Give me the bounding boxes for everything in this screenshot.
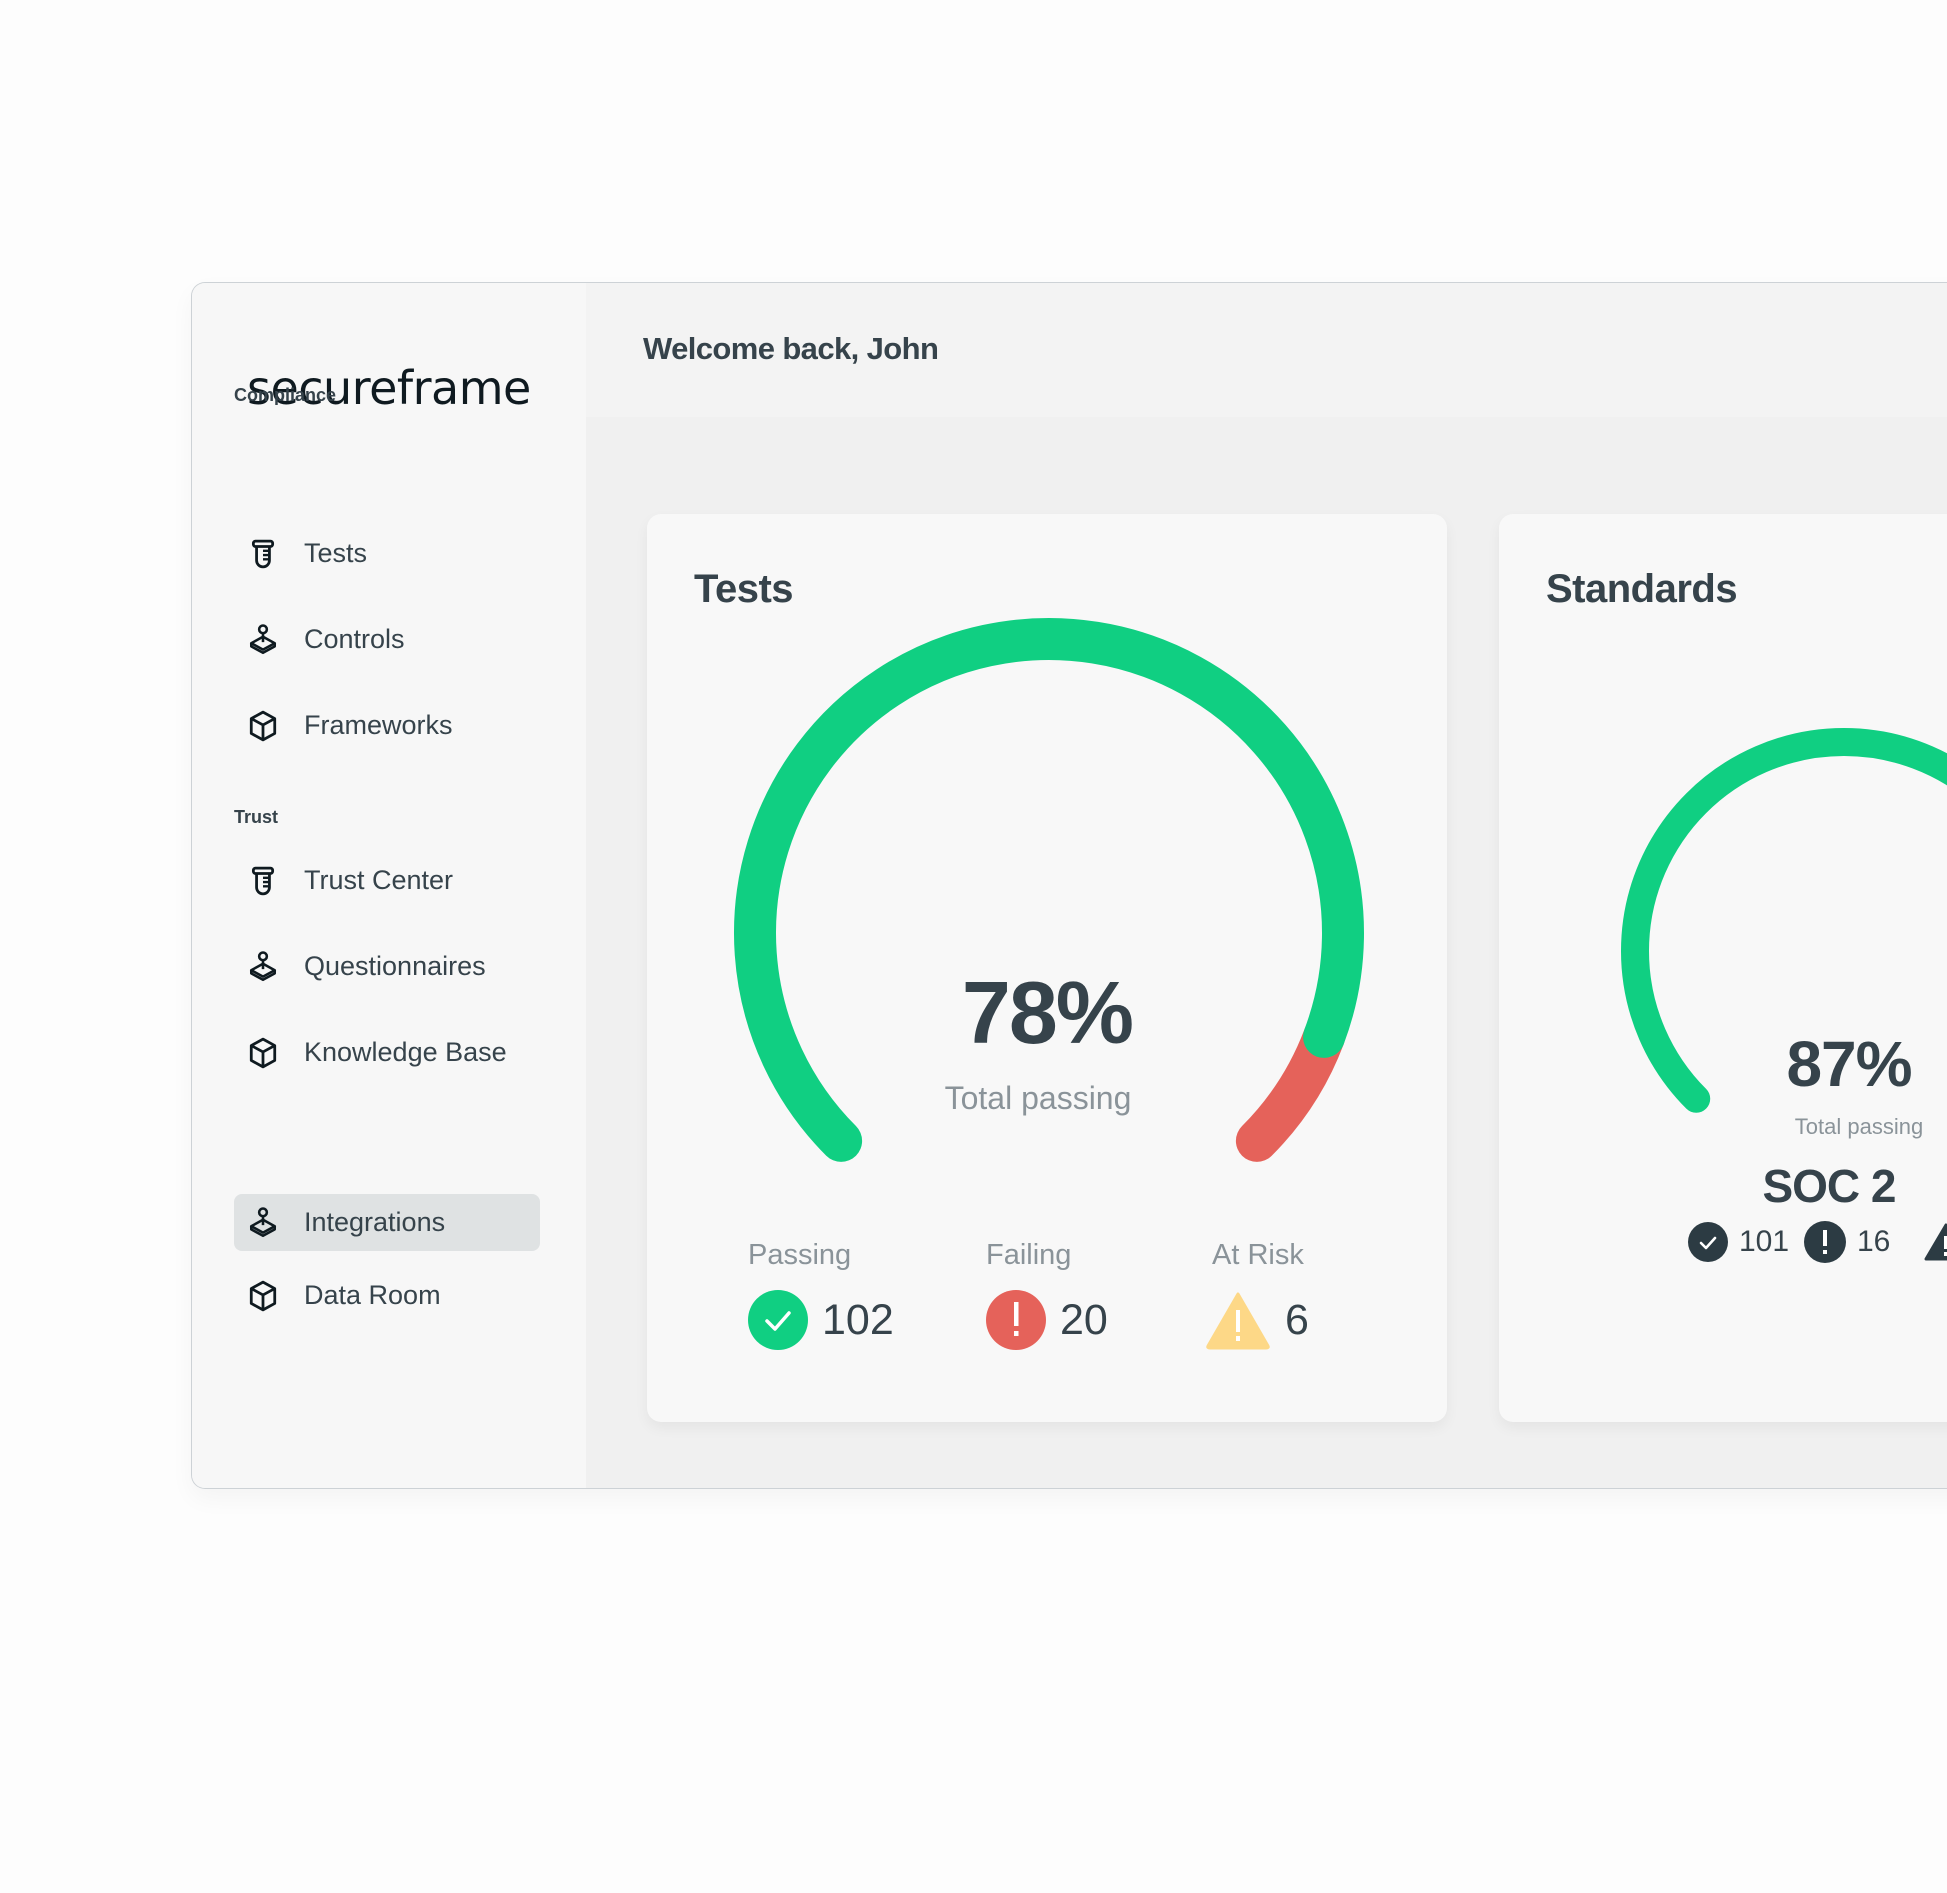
standards-passing-stat[interactable]: 101 — [1688, 1221, 1789, 1263]
tests-percent-caption: Total passing — [944, 1080, 1132, 1116]
sidebar-item-label: Controls — [304, 624, 405, 654]
standards-failing-stat[interactable]: 16 — [1804, 1221, 1890, 1263]
at-risk-label: At Risk — [1212, 1239, 1304, 1271]
sidebar-item-label: Knowledge Base — [304, 1037, 507, 1067]
standards-failing-count: 16 — [1857, 1225, 1891, 1258]
test-tube-icon — [248, 864, 278, 898]
warning-triangle-icon — [1206, 1292, 1270, 1350]
failing-count: 20 — [1060, 1295, 1108, 1344]
test-tube-icon — [248, 537, 278, 571]
passing-stat[interactable]: 102 — [748, 1290, 894, 1350]
sidebar-item-label: Tests — [304, 538, 368, 568]
standards-card[interactable]: Standards 87% Total passing SOC 2 101 16 — [1499, 514, 1947, 1422]
sidebar-item-trust-center[interactable]: Trust Center — [234, 852, 540, 909]
standards-at-risk-stat[interactable] — [1924, 1221, 1947, 1263]
section-label-compliance: Compliance — [234, 385, 337, 405]
sidebar-item-integrations[interactable]: Integrations — [234, 1194, 540, 1251]
welcome-message: Welcome back, John — [643, 331, 939, 366]
sidebar-item-label: Questionnaires — [304, 951, 486, 981]
sidebar-item-controls[interactable]: Controls — [234, 611, 540, 668]
standards-gauge — [1621, 728, 1947, 1113]
failing-label: Failing — [986, 1239, 1072, 1271]
tests-percent: 78% — [961, 963, 1134, 1062]
cube-icon — [248, 1036, 278, 1070]
standards-percent-caption: Total passing — [1794, 1114, 1924, 1139]
sidebar-item-tests[interactable]: Tests — [234, 525, 540, 582]
sidebar-item-label: Trust Center — [304, 865, 454, 895]
sidebar-item-frameworks[interactable]: Frameworks — [234, 697, 540, 754]
joystick-icon — [248, 623, 278, 657]
sidebar-item-label: Integrations — [304, 1207, 446, 1237]
passing-label: Passing — [748, 1239, 852, 1271]
joystick-icon — [248, 950, 278, 984]
exclamation-circle-icon — [986, 1290, 1046, 1350]
joystick-icon — [248, 1206, 278, 1240]
passing-count: 102 — [822, 1295, 894, 1344]
sidebar-item-label: Frameworks — [304, 710, 453, 740]
tests-card[interactable]: Tests 78% Total passing Passing Failing … — [647, 514, 1447, 1422]
check-circle-icon — [1688, 1222, 1728, 1262]
framework-name: SOC 2 — [1762, 1160, 1896, 1212]
cube-icon — [248, 1279, 278, 1313]
check-circle-icon — [748, 1290, 808, 1350]
failing-stat[interactable]: 20 — [986, 1290, 1108, 1350]
sidebar-item-knowledge-base[interactable]: Knowledge Base — [234, 1024, 540, 1081]
cube-icon — [248, 709, 278, 743]
gauge-segment-passing — [734, 618, 1364, 1162]
standards-passing-count: 101 — [1739, 1225, 1790, 1258]
sidebar: secureframe Compliance Tests Controls Fr… — [192, 283, 586, 1488]
standards-percent: 87% — [1786, 1028, 1912, 1100]
exclamation-circle-icon — [1804, 1221, 1846, 1263]
app-window: secureframe Compliance Tests Controls Fr… — [191, 282, 1947, 1489]
top-header: Welcome back, John — [586, 283, 1947, 417]
warning-triangle-icon — [1924, 1223, 1947, 1261]
at-risk-stat[interactable]: 6 — [1205, 1290, 1309, 1350]
sidebar-item-questionnaires[interactable]: Questionnaires — [234, 938, 540, 995]
at-risk-count: 6 — [1285, 1295, 1309, 1344]
sidebar-item-data-room[interactable]: Data Room — [234, 1267, 540, 1324]
section-label-trust: Trust — [234, 807, 279, 827]
sidebar-item-label: Data Room — [304, 1280, 441, 1310]
